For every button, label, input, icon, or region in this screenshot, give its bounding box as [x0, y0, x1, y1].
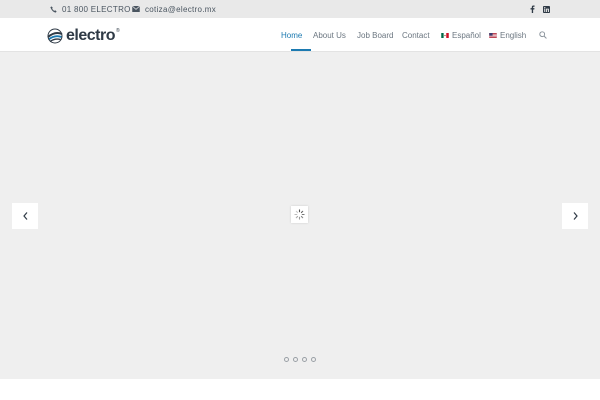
facebook-link[interactable]: [527, 0, 537, 18]
chevron-left-icon: [22, 212, 27, 220]
nav-english[interactable]: English: [489, 18, 526, 52]
site-logo[interactable]: electro ®: [47, 26, 120, 46]
envelope-icon: [132, 6, 140, 12]
main-header: electro ® Home About Us Job Board Contac…: [0, 18, 600, 52]
linkedin-icon: [542, 5, 550, 13]
slider-dot[interactable]: [293, 357, 298, 362]
nav-contact[interactable]: Contact: [402, 18, 430, 52]
facebook-icon: [530, 5, 535, 13]
slide-loading-spinner: [291, 206, 308, 223]
nav-home[interactable]: Home: [281, 18, 302, 52]
chevron-right-icon: [573, 212, 578, 220]
usa-flag-icon: [489, 32, 497, 38]
nav-about-us[interactable]: About Us: [313, 18, 346, 52]
slider-dot[interactable]: [311, 357, 316, 362]
search-button[interactable]: [539, 18, 547, 52]
search-icon: [539, 31, 547, 39]
phone-number: 01 800 ELECTRO: [62, 4, 131, 14]
slider-next-button[interactable]: [562, 203, 588, 229]
nav-espanol[interactable]: Español: [441, 18, 481, 52]
mexico-flag-icon: [441, 32, 449, 38]
phone-contact[interactable]: 01 800 ELECTRO: [50, 0, 131, 18]
nav-espanol-label: Español: [452, 30, 481, 40]
email-address: cotiza@electro.mx: [145, 4, 217, 14]
active-nav-indicator: [291, 49, 311, 51]
email-contact[interactable]: cotiza@electro.mx: [132, 0, 216, 18]
logo-globe-icon: [47, 28, 63, 44]
nav-english-label: English: [500, 30, 527, 40]
nav-job-board[interactable]: Job Board: [357, 18, 393, 52]
phone-icon: [50, 5, 57, 13]
registered-mark: ®: [115, 28, 120, 34]
logo-wordmark: electro: [66, 27, 115, 44]
spinner-icon: [294, 209, 305, 220]
slider-prev-button[interactable]: [12, 203, 38, 229]
top-bar: 01 800 ELECTRO cotiza@electro.mx: [0, 0, 600, 18]
linkedin-link[interactable]: [541, 0, 551, 18]
slider-dot[interactable]: [284, 357, 289, 362]
slider-pagination: [284, 357, 316, 362]
slider-dot[interactable]: [302, 357, 307, 362]
